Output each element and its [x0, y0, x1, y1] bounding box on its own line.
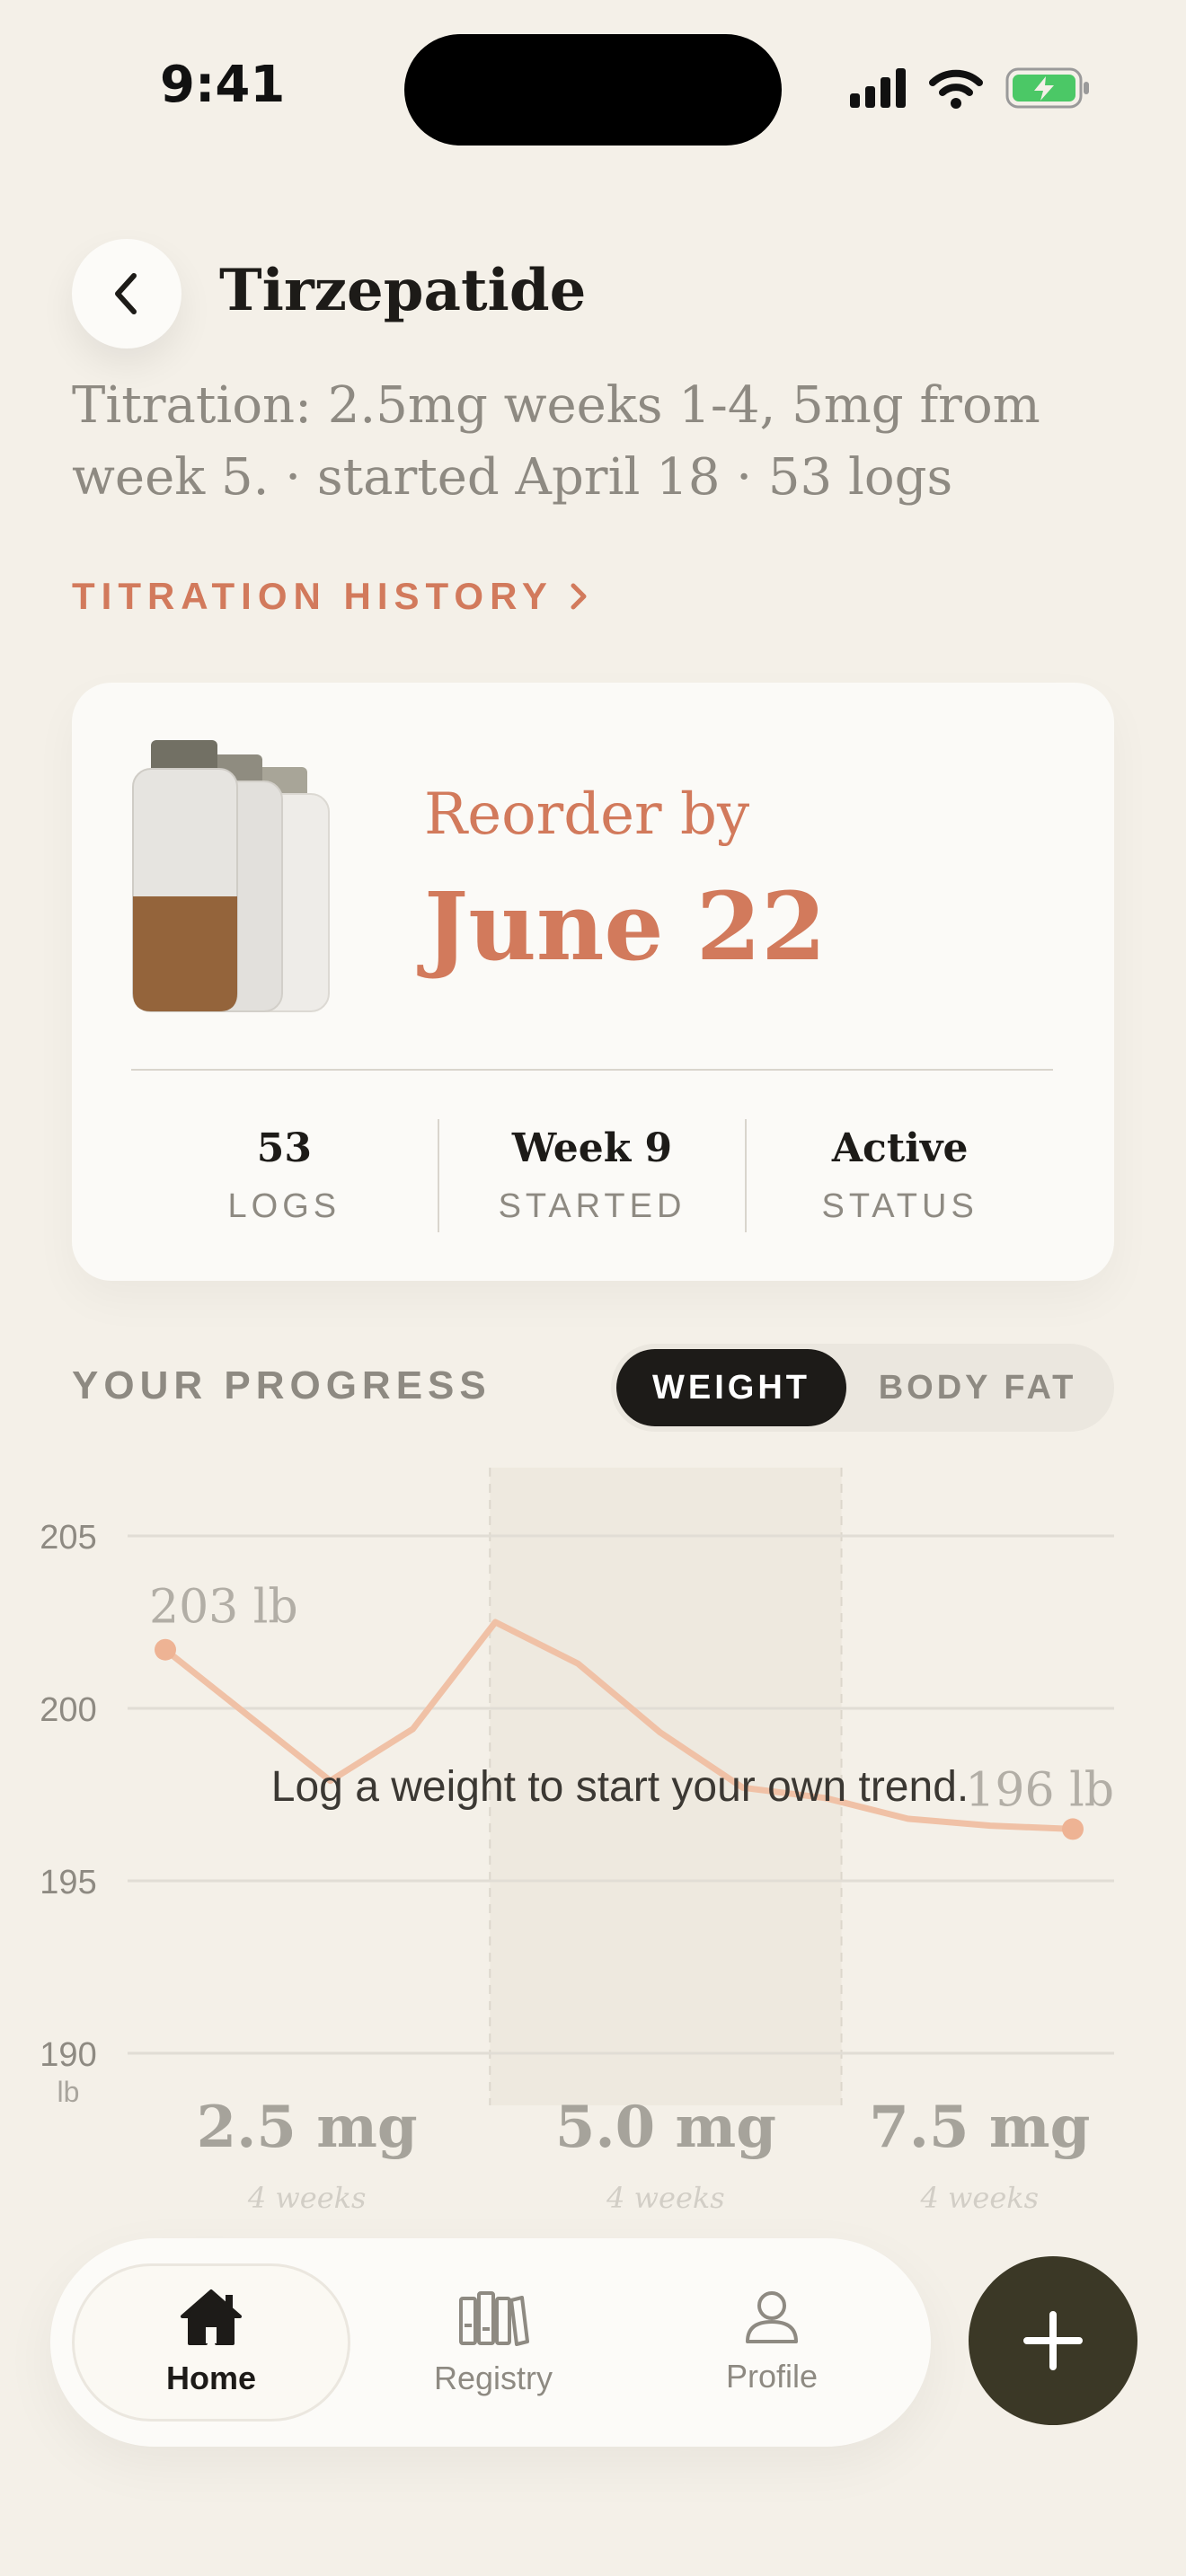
chart-empty-message: Log a weight to start your own trend.	[270, 1763, 969, 1811]
bottom-nav: Home Registry Profile	[50, 2238, 931, 2447]
chevron-right-icon	[571, 583, 587, 610]
reorder-label: Reorder by	[424, 781, 750, 848]
add-log-button[interactable]	[969, 2256, 1137, 2425]
stat-status: Active STATUS	[745, 1119, 1053, 1232]
separator: ·	[736, 448, 753, 507]
stat-logs: 53 LOGS	[131, 1119, 438, 1232]
toggle-body-fat[interactable]: BODY FAT	[846, 1349, 1109, 1426]
nav-tab-label: Profile	[725, 2358, 819, 2395]
battery-icon	[1005, 67, 1089, 109]
separator: ·	[285, 448, 302, 507]
y-tick-label: 205	[40, 1519, 96, 1557]
stats-row: 53 LOGS Week 9 STARTED Active STATUS	[131, 1119, 1053, 1232]
chevron-left-icon	[115, 273, 137, 314]
logs-count: 53 logs	[767, 448, 953, 507]
reorder-date: June 22	[424, 871, 827, 982]
stat-started: Week 9 STARTED	[437, 1119, 746, 1232]
y-tick-label: 200	[40, 1691, 96, 1729]
data-point	[1062, 1818, 1084, 1840]
phase-duration-label: 4 weeks	[919, 2181, 1039, 2215]
titration-history-link[interactable]: TITRATION HISTORY	[72, 575, 589, 618]
started-text: started April 18	[316, 448, 721, 507]
phase-dose-label: 7.5 mg	[869, 2094, 1090, 2161]
data-point	[155, 1638, 176, 1661]
page-title: Tirzepatide	[219, 257, 587, 324]
stat-value: Week 9	[511, 1125, 673, 1171]
stat-value: Active	[831, 1125, 969, 1171]
y-tick-label: 190	[40, 2036, 96, 2074]
y-tick-label: 195	[40, 1864, 96, 1901]
titration-history-label: TITRATION HISTORY	[72, 575, 553, 617]
stat-label: LOGS	[227, 1187, 341, 1225]
dynamic-island	[404, 34, 782, 146]
toggle-weight[interactable]: WEIGHT	[616, 1349, 846, 1426]
phase-dose-label: 2.5 mg	[197, 2094, 418, 2161]
progress-label: YOUR PROGRESS	[72, 1363, 491, 1407]
status-time: 9:41	[160, 56, 286, 114]
metric-toggle: WEIGHT BODY FAT	[611, 1344, 1114, 1432]
profile-icon	[746, 2291, 798, 2343]
nav-tab-label: Home	[165, 2360, 257, 2396]
card-divider	[131, 1069, 1053, 1071]
wifi-icon	[929, 69, 983, 109]
stat-label: STATUS	[821, 1187, 978, 1225]
signal-icon	[850, 68, 906, 108]
nav-tab-profile[interactable]: Profile	[633, 2263, 911, 2422]
phase-dose-label: 5.0 mg	[555, 2094, 776, 2161]
start-weight-label: 203 lb	[149, 1581, 298, 1635]
back-button[interactable]	[72, 239, 181, 348]
vials-illustration	[132, 740, 330, 1012]
reorder-card: Reorder by June 22 53 LOGS Week 9 STARTE…	[72, 683, 1114, 1281]
stat-label: STARTED	[498, 1187, 686, 1225]
stat-value: 53	[256, 1125, 312, 1171]
status-icons	[850, 67, 1089, 109]
nav-tab-label: Registry	[433, 2360, 553, 2396]
phase-duration-label: 4 weeks	[247, 2181, 367, 2215]
protocol-summary: Titration: 2.5mg weeks 1-4, 5mg from wee…	[72, 370, 1114, 514]
home-icon	[181, 2289, 242, 2345]
plus-icon	[1023, 2311, 1083, 2370]
weight-chart: 190195200205lb203 lb196 lb2.5 mg4 weeks5…	[40, 1468, 1114, 2215]
nav-tab-registry[interactable]: Registry	[354, 2263, 633, 2422]
vial-front	[132, 740, 238, 1012]
y-unit-label: lb	[58, 2076, 80, 2108]
phase-duration-label: 4 weeks	[606, 2181, 725, 2215]
registry-icon	[459, 2291, 529, 2346]
nav-tab-home[interactable]: Home	[72, 2263, 350, 2422]
